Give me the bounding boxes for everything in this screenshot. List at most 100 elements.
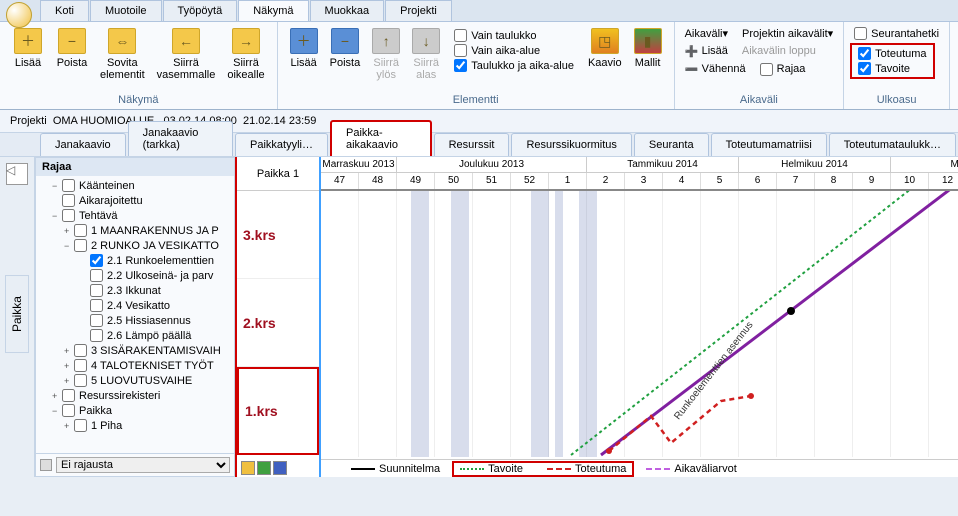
- filter-select[interactable]: Ei rajausta: [56, 457, 230, 473]
- toteutuma-check[interactable]: Toteutuma: [854, 46, 930, 61]
- lisaa-button[interactable]: ＋Lisää: [6, 26, 50, 71]
- kaavio-button[interactable]: ◳Kaavio: [582, 26, 628, 71]
- expand-icon[interactable]: +: [64, 376, 74, 386]
- footer-icon: [40, 459, 52, 471]
- aikavalin-loppu-button[interactable]: Aikavälin loppu: [738, 43, 820, 59]
- view-tab[interactable]: Resurssikuormitus: [511, 133, 631, 156]
- poista-button[interactable]: −Poista: [50, 26, 94, 71]
- expand-icon[interactable]: −: [52, 181, 62, 191]
- tree-check[interactable]: [62, 194, 75, 207]
- main-tab-työpöytä[interactable]: Työpöytä: [163, 0, 238, 21]
- tree-node[interactable]: +5 LUOVUTUSVAIHE: [40, 373, 230, 388]
- tree-node[interactable]: +4 TALOTEKNISET TYÖT: [40, 358, 230, 373]
- tool-icon[interactable]: [273, 461, 287, 475]
- siirra-ylos-button[interactable]: ↑Siirrä ylös: [366, 26, 406, 83]
- view-tab[interactable]: Paikka-aikakaavio: [330, 120, 432, 156]
- expand-icon[interactable]: −: [64, 241, 74, 251]
- tree-body[interactable]: −KäänteinenAikarajoitettu−Tehtävä+1 MAAN…: [36, 176, 234, 453]
- tree-check[interactable]: [62, 179, 75, 192]
- tree-check[interactable]: [62, 209, 75, 222]
- tree-node[interactable]: 2.2 Ulkoseinä- ja parv: [40, 268, 230, 283]
- view-tab[interactable]: Resurssit: [434, 133, 510, 156]
- tree-check[interactable]: [90, 299, 103, 312]
- tree-check[interactable]: [90, 269, 103, 282]
- main-tab-muokkaa[interactable]: Muokkaa: [310, 0, 385, 21]
- tree-node[interactable]: 2.3 Ikkunat: [40, 283, 230, 298]
- main-tab-muotoile[interactable]: Muotoile: [90, 0, 162, 21]
- aikavali-dropdown[interactable]: Aikaväli ▾: [681, 26, 732, 41]
- tree-node[interactable]: +1 Piha: [40, 418, 230, 433]
- tree-check[interactable]: [90, 254, 103, 267]
- side-label[interactable]: Paikka: [5, 275, 29, 353]
- tree-check[interactable]: [62, 404, 75, 417]
- tree-check[interactable]: [74, 239, 87, 252]
- expand-icon[interactable]: −: [52, 211, 62, 221]
- view-tab[interactable]: Toteutumataulukk…: [829, 133, 956, 156]
- vain-aika-check[interactable]: Vain aika-alue: [450, 43, 578, 58]
- tree-node[interactable]: 2.4 Vesikatto: [40, 298, 230, 313]
- view-tab[interactable]: Seuranta: [634, 133, 709, 156]
- main-tab-projekti[interactable]: Projekti: [385, 0, 452, 21]
- aikavali-lisaa-button[interactable]: ➕Lisää: [681, 43, 732, 59]
- tree-check[interactable]: [74, 359, 87, 372]
- tree-node[interactable]: Aikarajoitettu: [40, 193, 230, 208]
- expand-icon[interactable]: +: [64, 346, 74, 356]
- view-tab[interactable]: Paikkatyyli…: [235, 133, 328, 156]
- tree-check[interactable]: [74, 224, 87, 237]
- main-tab-koti[interactable]: Koti: [40, 0, 89, 21]
- rajaa-check[interactable]: Rajaa: [756, 61, 810, 77]
- expand-icon[interactable]: +: [64, 361, 74, 371]
- tree-node[interactable]: +1 MAANRAKENNUS JA P: [40, 223, 230, 238]
- siirra-vasemmalle-button[interactable]: ←Siirrä vasemmalle: [151, 26, 222, 83]
- palette-icon[interactable]: [241, 461, 255, 475]
- ribbon: ＋Lisää −Poista ⇔Sovita elementit ←Siirrä…: [0, 22, 958, 110]
- view-tab[interactable]: Janakaavio (tarkka): [128, 121, 233, 156]
- timeline-weeks: 47484950515212345678910121314: [321, 173, 958, 189]
- expand-icon[interactable]: +: [52, 391, 62, 401]
- label: Lisää: [702, 45, 728, 57]
- filter-tree: Rajaa −KäänteinenAikarajoitettu−Tehtävä+…: [35, 157, 235, 477]
- tree-check[interactable]: [90, 329, 103, 342]
- tree-check[interactable]: [90, 284, 103, 297]
- siirra-oikealle-button[interactable]: →Siirrä oikealle: [221, 26, 270, 83]
- tree-node[interactable]: 2.1 Runkoelementtien: [40, 253, 230, 268]
- lisaa-elem-button[interactable]: ＋Lisää: [284, 26, 324, 71]
- scroll-left-icon[interactable]: ◁: [6, 163, 15, 177]
- tree-node[interactable]: −Tehtävä: [40, 208, 230, 223]
- tree-label: 2.3 Ikkunat: [107, 285, 161, 297]
- view-tab[interactable]: Toteutumamatriisi: [711, 133, 827, 156]
- tree-check[interactable]: [74, 374, 87, 387]
- vain-taulukko-check[interactable]: Vain taulukko: [450, 28, 578, 43]
- poista-elem-button[interactable]: −Poista: [324, 26, 367, 71]
- tree-check[interactable]: [74, 419, 87, 432]
- main-tab-näkymä[interactable]: Näkymä: [238, 0, 308, 21]
- tree-check[interactable]: [90, 314, 103, 327]
- timeline-months: Marraskuu 2013Joulukuu 2013Tammikuu 2014…: [321, 157, 958, 173]
- tree-check[interactable]: [62, 389, 75, 402]
- app-logo[interactable]: [6, 2, 32, 28]
- week-header: 48: [359, 173, 397, 189]
- tree-node[interactable]: +3 SISÄRAKENTAMISVAIH: [40, 343, 230, 358]
- siirra-alas-button[interactable]: ↓Siirrä alas: [406, 26, 446, 83]
- projektin-aikavalit-button[interactable]: Projektin aikavälit ▾: [738, 26, 837, 41]
- expand-icon[interactable]: −: [52, 406, 62, 416]
- tool-icon[interactable]: [257, 461, 271, 475]
- seurantahetki-check[interactable]: Seurantahetki: [850, 26, 943, 41]
- tree-node[interactable]: −2 RUNKO JA VESIKATTO: [40, 238, 230, 253]
- tree-check[interactable]: [74, 344, 87, 357]
- tree-node[interactable]: 2.6 Lämpö päällä: [40, 328, 230, 343]
- mallit-button[interactable]: ▮Mallit: [628, 26, 668, 71]
- taulukko-aika-check[interactable]: Taulukko ja aika-alue: [450, 58, 578, 73]
- expand-icon[interactable]: +: [64, 226, 74, 236]
- tree-node[interactable]: +Resurssirekisteri: [40, 388, 230, 403]
- vahenna-button[interactable]: ➖Vähennä: [681, 61, 750, 77]
- tree-node[interactable]: −Käänteinen: [40, 178, 230, 193]
- tree-node[interactable]: −Paikka: [40, 403, 230, 418]
- sovita-button[interactable]: ⇔Sovita elementit: [94, 26, 151, 83]
- tree-node[interactable]: 2.5 Hissiasennus: [40, 313, 230, 328]
- chart-body[interactable]: Runkoelementtien asennus: [321, 191, 958, 457]
- chart-tool-icons[interactable]: [241, 461, 287, 475]
- expand-icon[interactable]: +: [64, 421, 74, 431]
- tavoite-check[interactable]: Tavoite: [854, 61, 930, 76]
- view-tab[interactable]: Janakaavio: [40, 133, 126, 156]
